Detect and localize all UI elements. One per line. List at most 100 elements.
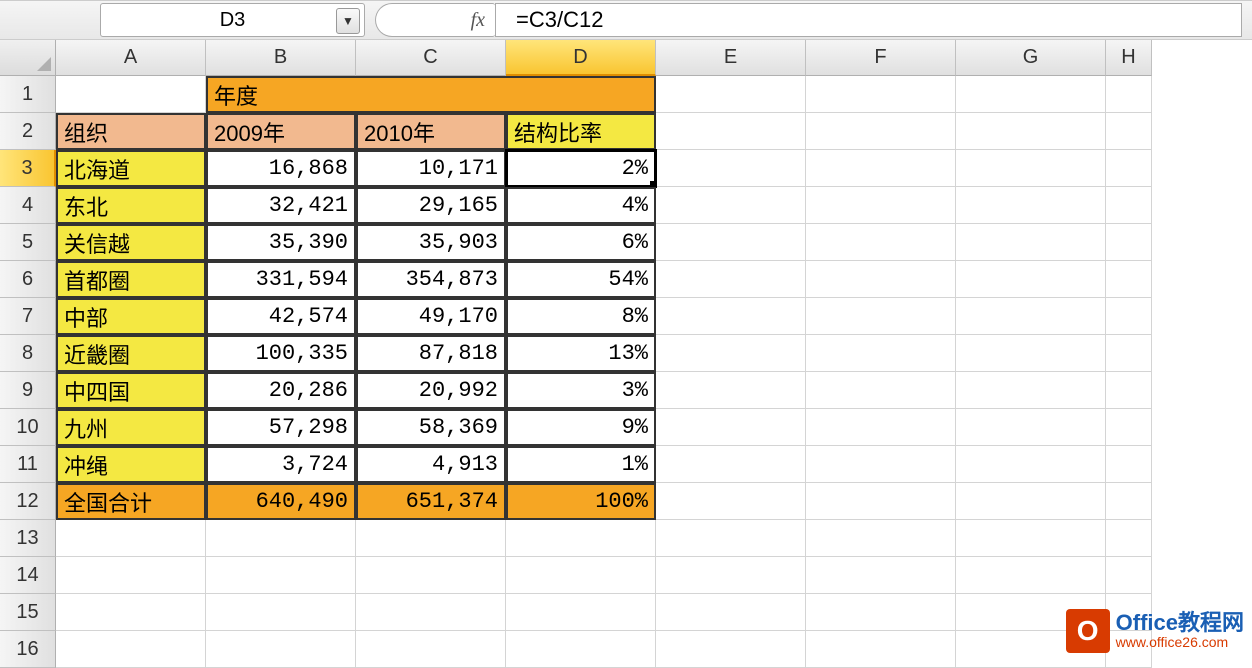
cell-C13[interactable] bbox=[356, 520, 506, 557]
cell-H11[interactable] bbox=[1106, 446, 1152, 483]
cell-G12[interactable] bbox=[956, 483, 1106, 520]
cell-D4[interactable]: 4% bbox=[506, 187, 656, 224]
cell-G8[interactable] bbox=[956, 335, 1106, 372]
name-box[interactable]: D3 ▼ bbox=[100, 3, 365, 37]
cell-D12[interactable]: 100% bbox=[506, 483, 656, 520]
cell-C10[interactable]: 58,369 bbox=[356, 409, 506, 446]
cell-D8[interactable]: 13% bbox=[506, 335, 656, 372]
cell-G5[interactable] bbox=[956, 224, 1106, 261]
cell-E10[interactable] bbox=[656, 409, 806, 446]
cell-A7[interactable]: 中部 bbox=[56, 298, 206, 335]
cell-B9[interactable]: 20,286 bbox=[206, 372, 356, 409]
cell-D16[interactable] bbox=[506, 631, 656, 668]
row-header-9[interactable]: 9 bbox=[0, 372, 56, 409]
cell-G13[interactable] bbox=[956, 520, 1106, 557]
row-header-2[interactable]: 2 bbox=[0, 113, 56, 150]
row-header-5[interactable]: 5 bbox=[0, 224, 56, 261]
cell-E15[interactable] bbox=[656, 594, 806, 631]
cell-E2[interactable] bbox=[656, 113, 806, 150]
cell-A16[interactable] bbox=[56, 631, 206, 668]
row-header-8[interactable]: 8 bbox=[0, 335, 56, 372]
cell-E3[interactable] bbox=[656, 150, 806, 187]
cell-F6[interactable] bbox=[806, 261, 956, 298]
cell-B1[interactable]: 年度 bbox=[206, 76, 656, 113]
column-header-F[interactable]: F bbox=[806, 40, 956, 76]
cell-G10[interactable] bbox=[956, 409, 1106, 446]
cell-A11[interactable]: 冲绳 bbox=[56, 446, 206, 483]
cell-H8[interactable] bbox=[1106, 335, 1152, 372]
cell-H12[interactable] bbox=[1106, 483, 1152, 520]
cell-E14[interactable] bbox=[656, 557, 806, 594]
cell-F15[interactable] bbox=[806, 594, 956, 631]
cell-E9[interactable] bbox=[656, 372, 806, 409]
column-header-A[interactable]: A bbox=[56, 40, 206, 76]
cell-F11[interactable] bbox=[806, 446, 956, 483]
cell-A12[interactable]: 全国合计 bbox=[56, 483, 206, 520]
cell-B11[interactable]: 3,724 bbox=[206, 446, 356, 483]
cell-H2[interactable] bbox=[1106, 113, 1152, 150]
cell-grid[interactable]: 年度组织2009年2010年结构比率北海道16,86810,1712%东北32,… bbox=[56, 76, 1152, 668]
column-header-B[interactable]: B bbox=[206, 40, 356, 76]
cell-F9[interactable] bbox=[806, 372, 956, 409]
cell-B6[interactable]: 331,594 bbox=[206, 261, 356, 298]
cell-F7[interactable] bbox=[806, 298, 956, 335]
cell-F1[interactable] bbox=[806, 76, 956, 113]
cell-D6[interactable]: 54% bbox=[506, 261, 656, 298]
cell-C8[interactable]: 87,818 bbox=[356, 335, 506, 372]
cell-H13[interactable] bbox=[1106, 520, 1152, 557]
cell-A2[interactable]: 组织 bbox=[56, 113, 206, 150]
cell-F14[interactable] bbox=[806, 557, 956, 594]
cell-D13[interactable] bbox=[506, 520, 656, 557]
cell-A1[interactable] bbox=[56, 76, 206, 113]
cell-H3[interactable] bbox=[1106, 150, 1152, 187]
cell-C2[interactable]: 2010年 bbox=[356, 113, 506, 150]
cell-F3[interactable] bbox=[806, 150, 956, 187]
cell-D10[interactable]: 9% bbox=[506, 409, 656, 446]
cell-E16[interactable] bbox=[656, 631, 806, 668]
cell-H6[interactable] bbox=[1106, 261, 1152, 298]
cell-F13[interactable] bbox=[806, 520, 956, 557]
cell-E6[interactable] bbox=[656, 261, 806, 298]
cell-B2[interactable]: 2009年 bbox=[206, 113, 356, 150]
cell-G14[interactable] bbox=[956, 557, 1106, 594]
cell-F2[interactable] bbox=[806, 113, 956, 150]
cell-G6[interactable] bbox=[956, 261, 1106, 298]
row-header-3[interactable]: 3 bbox=[0, 150, 56, 187]
cell-H9[interactable] bbox=[1106, 372, 1152, 409]
cell-G11[interactable] bbox=[956, 446, 1106, 483]
column-header-E[interactable]: E bbox=[656, 40, 806, 76]
cell-H14[interactable] bbox=[1106, 557, 1152, 594]
cell-B3[interactable]: 16,868 bbox=[206, 150, 356, 187]
cell-E11[interactable] bbox=[656, 446, 806, 483]
cell-C15[interactable] bbox=[356, 594, 506, 631]
cell-E1[interactable] bbox=[656, 76, 806, 113]
cell-F8[interactable] bbox=[806, 335, 956, 372]
cell-F4[interactable] bbox=[806, 187, 956, 224]
cell-A5[interactable]: 关信越 bbox=[56, 224, 206, 261]
cell-B15[interactable] bbox=[206, 594, 356, 631]
column-header-D[interactable]: D bbox=[506, 40, 656, 76]
cell-G9[interactable] bbox=[956, 372, 1106, 409]
cell-A13[interactable] bbox=[56, 520, 206, 557]
cell-G1[interactable] bbox=[956, 76, 1106, 113]
cell-B7[interactable]: 42,574 bbox=[206, 298, 356, 335]
cell-B4[interactable]: 32,421 bbox=[206, 187, 356, 224]
row-header-1[interactable]: 1 bbox=[0, 76, 56, 113]
cell-B8[interactable]: 100,335 bbox=[206, 335, 356, 372]
select-all-corner[interactable] bbox=[0, 40, 56, 76]
cell-D3[interactable]: 2% bbox=[506, 150, 656, 187]
cell-F10[interactable] bbox=[806, 409, 956, 446]
cell-D15[interactable] bbox=[506, 594, 656, 631]
row-header-10[interactable]: 10 bbox=[0, 409, 56, 446]
cell-H4[interactable] bbox=[1106, 187, 1152, 224]
cell-B14[interactable] bbox=[206, 557, 356, 594]
cell-A9[interactable]: 中四国 bbox=[56, 372, 206, 409]
formula-input[interactable]: =C3/C12 bbox=[495, 3, 1242, 37]
cell-H7[interactable] bbox=[1106, 298, 1152, 335]
cell-G2[interactable] bbox=[956, 113, 1106, 150]
cell-A8[interactable]: 近畿圈 bbox=[56, 335, 206, 372]
cell-H1[interactable] bbox=[1106, 76, 1152, 113]
cell-C12[interactable]: 651,374 bbox=[356, 483, 506, 520]
cell-D9[interactable]: 3% bbox=[506, 372, 656, 409]
cell-A14[interactable] bbox=[56, 557, 206, 594]
